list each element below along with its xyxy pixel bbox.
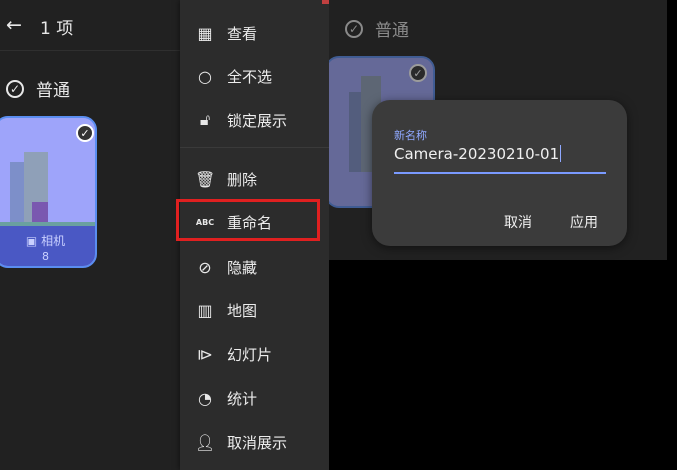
- menu-item-hide[interactable]: ⊘ 隐藏: [180, 245, 329, 289]
- eye-off-icon: ⊘: [198, 257, 212, 277]
- menu-item-label: 幻灯片: [227, 345, 273, 364]
- new-name-value: Camera-20230210-01: [394, 145, 560, 163]
- menu-item-label: 查看: [227, 24, 258, 43]
- slideshow-icon: ⧐: [197, 344, 213, 364]
- circle-icon: ○: [198, 66, 212, 86]
- rename-highlight-box: [176, 199, 320, 241]
- album-count: 8: [42, 250, 49, 263]
- menu-item-map[interactable]: ▥ 地图: [180, 288, 329, 332]
- check-circle-icon[interactable]: ✓: [345, 19, 363, 38]
- text-cursor: [560, 145, 562, 162]
- trash-icon: 🗑︎: [195, 169, 216, 189]
- check-circle-icon[interactable]: ✓: [6, 79, 24, 98]
- album-caption: ▣ 相机 8: [0, 226, 95, 266]
- album-list-screen: ← 1 项 ✓ 普通 ▣ 相机 8 ✓: [0, 0, 180, 470]
- section-title: 普通: [36, 81, 70, 101]
- camera-icon: ▣: [25, 233, 38, 248]
- menu-item-slideshow[interactable]: ⧐ 幻灯片: [180, 332, 329, 376]
- map-icon: ▥: [197, 300, 213, 320]
- menu-item-label: 锁定展示: [227, 111, 288, 130]
- annotation-mark: [322, 0, 329, 4]
- person-icon: 👤︎: [195, 432, 216, 452]
- selection-toolbar: ← 1 项: [0, 0, 180, 51]
- menu-item-unshow[interactable]: 👤︎ 取消展示: [180, 420, 329, 464]
- stats-icon: ◔: [198, 388, 212, 408]
- album-tile[interactable]: ▣ 相机 8 ✓: [0, 116, 97, 268]
- menu-item-label: 隐藏: [227, 258, 258, 277]
- selected-check-icon[interactable]: ✓: [76, 124, 94, 142]
- section-title: 普通: [375, 21, 409, 41]
- grid-icon: ▦: [197, 23, 213, 43]
- menu-item-statistics[interactable]: ◔ 统计: [180, 376, 329, 420]
- menu-item-label: 全不选: [227, 67, 273, 86]
- menu-item-label: 地图: [227, 301, 258, 320]
- menu-item-delete[interactable]: 🗑︎ 删除: [180, 157, 329, 201]
- selected-check-icon[interactable]: ✓: [409, 64, 427, 82]
- menu-item-label: 删除: [227, 170, 258, 189]
- rename-dialog: 新名称 Camera-20230210-01 取消 应用: [372, 100, 627, 246]
- new-name-label: 新名称: [394, 129, 427, 142]
- lock-icon: 🔓︎: [199, 110, 211, 129]
- section-header[interactable]: ✓ 普通: [345, 16, 409, 41]
- menu-divider: [180, 147, 329, 148]
- new-name-input[interactable]: Camera-20230210-01: [394, 145, 562, 163]
- album-name: 相机: [41, 234, 66, 248]
- cancel-button[interactable]: 取消: [504, 212, 532, 232]
- arrow-left-icon[interactable]: ←: [6, 14, 22, 36]
- menu-item-label: 取消展示: [227, 433, 288, 452]
- menu-item-lock[interactable]: 🔓︎ 锁定展示: [180, 98, 329, 142]
- menu-item-label: 统计: [227, 389, 258, 408]
- menu-item-view[interactable]: ▦ 查看: [180, 11, 329, 55]
- apply-button[interactable]: 应用: [570, 212, 598, 232]
- section-header[interactable]: ✓ 普通: [6, 76, 70, 101]
- input-underline: [394, 172, 606, 174]
- menu-item-deselect-all[interactable]: ○ 全不选: [180, 54, 329, 98]
- selected-count: 1 项: [40, 19, 74, 39]
